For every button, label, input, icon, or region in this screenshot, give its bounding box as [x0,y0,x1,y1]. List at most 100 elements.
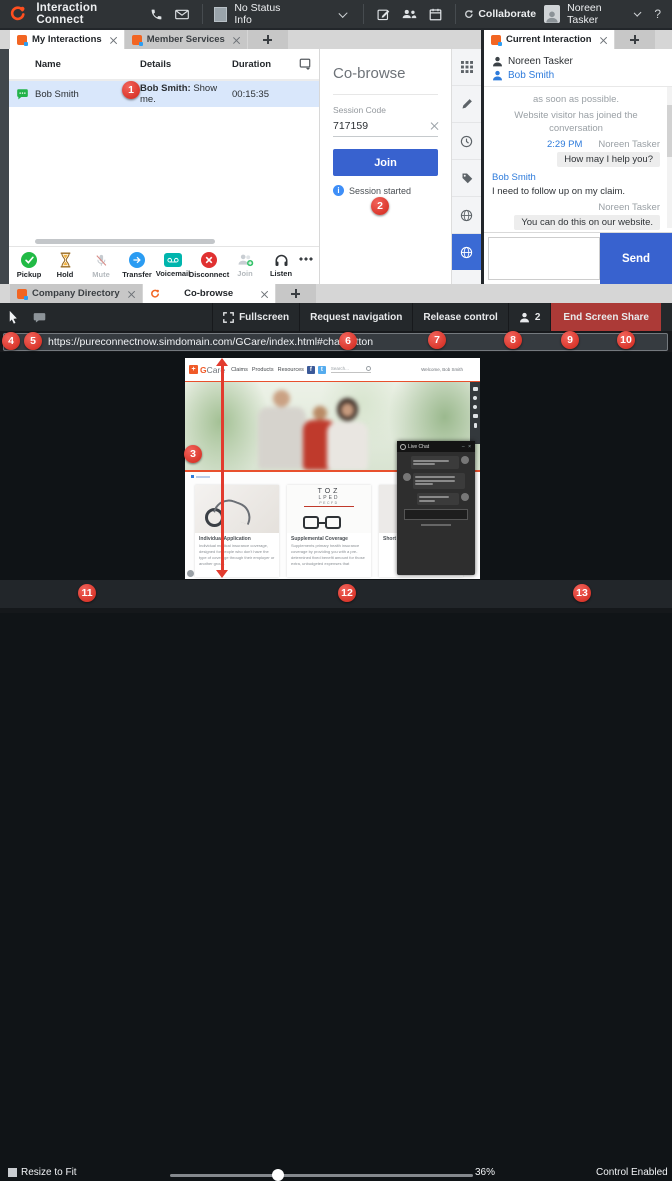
hold-button[interactable]: Hold [47,252,83,279]
collaborate-label[interactable]: Collaborate [478,8,536,20]
more-options-icon[interactable] [299,257,313,261]
facebook-icon[interactable]: f [307,366,315,374]
zoom-slider-track[interactable] [170,1174,473,1177]
horizontal-scrollbar[interactable] [35,239,215,244]
column-name[interactable]: Name [9,59,140,70]
pickup-button[interactable]: Pickup [11,252,47,279]
site-link[interactable] [191,475,210,478]
close-icon[interactable] [233,36,240,43]
add-tab-button[interactable] [276,284,316,303]
pointer-tool-button[interactable] [0,303,26,331]
collaborate-icon[interactable] [463,8,475,21]
voicemail-button[interactable]: Voicemail [155,253,191,278]
column-settings-icon[interactable] [299,58,311,70]
disconnect-button[interactable]: Disconnect [191,252,227,279]
end-screen-share-button[interactable]: End Screen Share [550,303,661,331]
email-icon[interactable] [175,9,189,20]
request-navigation-button[interactable]: Request navigation [299,303,412,331]
minimize-close-icons[interactable]: – × [462,444,472,450]
tags-button[interactable] [452,160,481,197]
join-session-button[interactable]: Join [333,149,438,176]
user-name[interactable]: Noreen Tasker [567,2,628,26]
stethoscope-image [195,485,279,533]
close-icon[interactable] [110,36,117,43]
notes-button[interactable] [452,86,481,123]
resize-to-fit-checkbox[interactable] [8,1168,17,1177]
calendar-icon[interactable] [429,8,442,21]
chat-sender: Noreen Tasker [598,139,660,150]
participants-count-button[interactable]: 2 [508,303,551,331]
accessibility-icon[interactable] [187,570,194,577]
shared-screen-viewport[interactable]: + GCare Claims Products Resources f t Se… [0,352,672,580]
tab-current-interaction[interactable]: Current Interaction [484,30,614,49]
session-code-input[interactable]: 717159 [333,120,368,132]
annotation-tool-button[interactable] [26,303,52,331]
divider [363,4,364,24]
column-duration[interactable]: Duration [232,59,284,70]
people-icon[interactable] [402,9,417,19]
zoom-slider-knob[interactable] [272,1169,284,1181]
status-label[interactable]: No Status Info [234,2,293,26]
release-control-button[interactable]: Release control [412,303,507,331]
annotation-badge-13: 13 [573,584,591,602]
cobrowse-tab-icon [150,289,160,299]
annotation-arrowhead-down [216,570,228,578]
app-title: Interaction Connect [36,2,144,26]
chat-scrollbar[interactable] [667,87,672,228]
resize-to-fit-label[interactable]: Resize to Fit [21,1167,77,1178]
add-tab-button[interactable] [248,30,288,49]
card-individual-application[interactable]: Individual Application Individual medica… [195,485,279,577]
live-chat-input[interactable] [404,509,468,520]
live-chat-widget[interactable]: Live Chat – × [397,441,475,575]
left-tab-strip: My Interactions Member Services [0,30,481,49]
globe-outline-icon [460,209,473,222]
apps-grid-button[interactable] [452,49,481,86]
disconnect-icon [201,252,217,268]
site-contact-strip[interactable] [470,382,480,444]
transfer-icon [129,252,145,268]
twitter-icon[interactable]: t [318,366,326,374]
listen-button[interactable]: Listen [263,253,299,278]
collapsed-sidebar-strip[interactable] [0,49,9,284]
chat-transcript[interactable]: as soon as possible. Website visitor has… [484,87,672,231]
chevron-down-icon[interactable] [634,9,642,17]
compose-icon[interactable] [377,8,390,21]
join-button[interactable]: Join [227,253,263,278]
card-supplemental-coverage[interactable]: TOZ LPED PECFD Supplemental Coverage Sup… [287,485,371,577]
pencil-icon [461,98,473,110]
shared-website[interactable]: + GCare Claims Products Resources f t Se… [185,358,480,579]
phone-icon[interactable] [150,8,163,21]
tab-company-directory[interactable]: Company Directory [10,284,142,303]
pickup-icon [21,252,37,268]
site-nav-products[interactable]: Products [252,367,274,373]
participant-visitor[interactable]: Bob Smith [492,68,664,82]
site-welcome-text[interactable]: Welcome, Bob Smith [421,367,463,372]
tab-cobrowse[interactable]: Co-browse [143,284,275,303]
tab-my-interactions[interactable]: My Interactions [10,30,124,49]
site-search-input[interactable]: Search... [331,366,371,373]
message-input[interactable] [488,237,600,280]
help-button[interactable]: ? [654,7,661,21]
fullscreen-button[interactable]: Fullscreen [212,303,299,331]
web-button[interactable] [452,197,481,234]
mute-button[interactable]: Mute [83,253,119,279]
app-top-bar: Interaction Connect No Status Info Colla… [0,0,672,28]
column-details[interactable]: Details [140,59,232,70]
transfer-button[interactable]: Transfer [119,252,155,279]
cobrowse-rail-button[interactable] [452,234,481,270]
tab-member-services[interactable]: Member Services [125,30,247,49]
chevron-down-icon[interactable] [338,8,347,17]
close-icon[interactable] [128,290,135,297]
clear-icon[interactable] [430,122,438,130]
site-nav-claims[interactable]: Claims [231,367,248,373]
close-icon[interactable] [261,290,268,297]
user-avatar[interactable] [544,5,560,23]
close-icon[interactable] [600,36,607,43]
site-nav-resources[interactable]: Resources [278,367,304,373]
send-button[interactable]: Send [600,233,672,284]
annotation-badge-5: 5 [24,332,42,350]
history-button[interactable] [452,123,481,160]
table-row[interactable]: Bob Smith Bob Smith: Show me. 00:15:35 [9,81,319,107]
participant-agent[interactable]: Noreen Tasker [492,54,664,68]
add-tab-button[interactable] [615,30,655,49]
